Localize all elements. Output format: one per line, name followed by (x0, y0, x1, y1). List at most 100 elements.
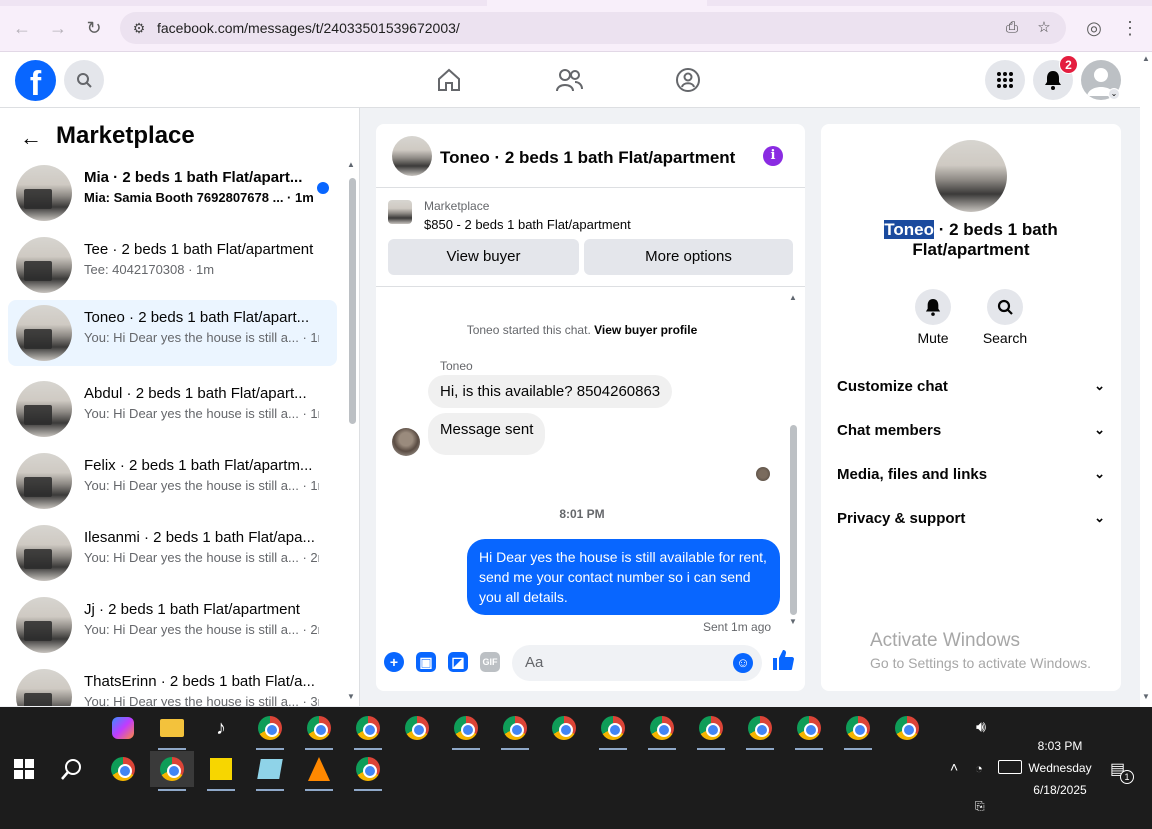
activate-windows-title: Activate Windows (870, 630, 1020, 651)
menu-button[interactable] (985, 60, 1025, 100)
chat-avatar[interactable] (392, 136, 432, 176)
chrome-profile-app[interactable] (252, 710, 288, 750)
notepad-app[interactable] (252, 751, 288, 791)
vlc-app[interactable] (301, 751, 337, 791)
tiktok-app[interactable]: ♪ (203, 710, 239, 746)
chat-members-section[interactable]: Chat members ⌄ (837, 422, 1105, 452)
bookmark-star-icon[interactable]: ☆ (1034, 19, 1054, 37)
chrome-profile-app[interactable] (742, 710, 778, 750)
device-icon[interactable]: ⎘ (975, 799, 985, 814)
reload-icon[interactable]: ↻ (83, 17, 105, 39)
home-nav[interactable] (429, 64, 469, 96)
view-buyer-profile-link[interactable]: View buyer profile (594, 323, 697, 337)
taskbar-search-button[interactable] (54, 751, 90, 787)
chrome-profile-app[interactable] (546, 710, 582, 746)
chrome-profile-app[interactable] (889, 710, 925, 746)
chrome-profile-app[interactable] (301, 710, 337, 750)
facebook-logo[interactable]: f (15, 60, 56, 101)
chrome-profile-app[interactable] (448, 710, 484, 750)
url-text[interactable]: facebook.com/messages/t/2403350153967200… (157, 20, 460, 36)
install-app-icon[interactable]: ⎙ (1002, 19, 1022, 37)
details-avatar[interactable] (935, 140, 1007, 212)
listing-description[interactable]: $850 - 2 beds 1 bath Flat/apartment (424, 217, 631, 232)
scroll-up-icon[interactable]: ▲ (347, 160, 355, 169)
back-arrow-icon[interactable]: ← (20, 125, 42, 151)
thumbs-up-icon[interactable] (771, 648, 795, 678)
photo-icon[interactable]: ▣ (416, 652, 436, 672)
conversation-item[interactable]: Jj · 2 beds 1 bath Flat/apartment You: H… (8, 592, 337, 658)
more-options-button[interactable]: More options (584, 239, 793, 275)
incoming-message[interactable]: Hi, is this available? 8504260863 (428, 375, 673, 408)
site-info-icon[interactable]: ⚙ (130, 19, 148, 37)
sender-avatar[interactable] (392, 428, 420, 456)
account-chevron-icon[interactable]: ⌄ (1108, 88, 1120, 100)
scroll-up-icon[interactable]: ▲ (1142, 54, 1150, 63)
conversation-item-active[interactable]: Toneo · 2 beds 1 bath Flat/apart... You:… (8, 300, 337, 366)
chrome-profile-app[interactable] (350, 751, 386, 791)
conversation-item[interactable]: Mia · 2 beds 1 bath Flat/apart... Mia: S… (8, 160, 337, 226)
chrome-profile-app[interactable] (840, 710, 876, 750)
gif-icon[interactable]: GIF (480, 652, 500, 672)
back-icon[interactable]: ← (11, 17, 33, 39)
chrome-profile-app[interactable] (399, 710, 435, 746)
incoming-message[interactable]: Message sent (428, 413, 546, 455)
keyboard-icon[interactable] (998, 760, 1022, 774)
plus-icon[interactable]: + (384, 652, 404, 672)
chrome-profile-app[interactable] (350, 710, 386, 750)
message-input[interactable]: Aa ☺ (512, 645, 762, 681)
chat-title[interactable]: Toneo · 2 beds 1 bath Flat/apartment (440, 148, 735, 168)
bell-icon (925, 299, 941, 316)
profile-icon[interactable]: ◎ (1083, 17, 1105, 39)
chrome-profile-app[interactable] (791, 710, 827, 750)
media-files-links-section[interactable]: Media, files and links ⌄ (837, 466, 1105, 496)
chrome-active-app[interactable] (150, 751, 194, 791)
clock-day[interactable]: Wednesday (1020, 761, 1100, 775)
scrollbar-thumb[interactable] (349, 178, 356, 424)
scroll-down-icon[interactable]: ▼ (1142, 692, 1150, 701)
chevron-down-icon: ⌄ (1094, 422, 1105, 437)
chrome-app[interactable] (105, 751, 141, 787)
forward-icon[interactable]: → (47, 17, 69, 39)
sticky-notes-app[interactable] (203, 751, 239, 791)
address-bar[interactable]: ⚙ facebook.com/messages/t/24033501539672… (120, 12, 1066, 44)
clock-time[interactable]: 8:03 PM (1030, 739, 1090, 753)
privacy-support-section[interactable]: Privacy & support ⌄ (837, 510, 1105, 540)
info-icon[interactable]: i (763, 146, 783, 166)
file-explorer-app[interactable] (154, 710, 190, 750)
clock-date[interactable]: 6/18/2025 (1020, 783, 1100, 797)
conversation-item[interactable]: Felix · 2 beds 1 bath Flat/apartm... You… (8, 448, 337, 514)
emoji-icon[interactable]: ☺ (733, 653, 753, 673)
scroll-down-icon[interactable]: ▼ (789, 617, 797, 626)
start-button[interactable] (6, 751, 42, 787)
conversation-item[interactable]: ThatsErinn · 2 beds 1 bath Flat/a... You… (8, 664, 337, 706)
chevron-up-icon[interactable]: ˄ (950, 759, 958, 775)
outgoing-message[interactable]: Hi Dear yes the house is still available… (467, 539, 780, 615)
conversation-list-scrollbar[interactable]: ▲ ▼ (347, 160, 357, 706)
chrome-profile-app[interactable] (497, 710, 533, 750)
page-scrollbar[interactable]: ▲ ▼ (1140, 52, 1152, 707)
conversation-item[interactable]: Ilesanmi · 2 beds 1 bath Flat/apa... You… (8, 520, 337, 586)
conversation-item[interactable]: Tee · 2 beds 1 bath Flat/apartment Tee: … (8, 232, 337, 298)
chrome-profile-app[interactable] (693, 710, 729, 750)
mute-button[interactable] (915, 289, 951, 325)
search-chat-button[interactable] (987, 289, 1023, 325)
chat-scrollbar[interactable]: ▲ ▼ (788, 293, 798, 626)
scrollbar-thumb[interactable] (790, 425, 797, 615)
conversation-item[interactable]: Abdul · 2 beds 1 bath Flat/apart... You:… (8, 376, 337, 442)
customize-chat-section[interactable]: Customize chat ⌄ (837, 378, 1105, 408)
scroll-down-icon[interactable]: ▼ (347, 692, 355, 701)
volume-icon[interactable]: 🔊︎ (963, 710, 999, 746)
friends-nav[interactable] (549, 64, 589, 96)
chrome-profile-app[interactable] (644, 710, 680, 750)
sticker-icon[interactable]: ◪ (448, 652, 468, 672)
browser-menu-icon[interactable]: ⋮ (1119, 17, 1141, 39)
notification-badge: 2 (1059, 55, 1078, 74)
chrome-profile-app[interactable] (595, 710, 631, 750)
view-buyer-button[interactable]: View buyer (388, 239, 579, 275)
chevron-down-icon: ⌄ (1094, 510, 1105, 525)
search-button[interactable] (64, 60, 104, 100)
copilot-app[interactable] (105, 710, 141, 746)
wifi-icon[interactable]: ◔ (975, 761, 983, 776)
scroll-up-icon[interactable]: ▲ (789, 293, 797, 302)
groups-nav[interactable] (668, 64, 708, 96)
